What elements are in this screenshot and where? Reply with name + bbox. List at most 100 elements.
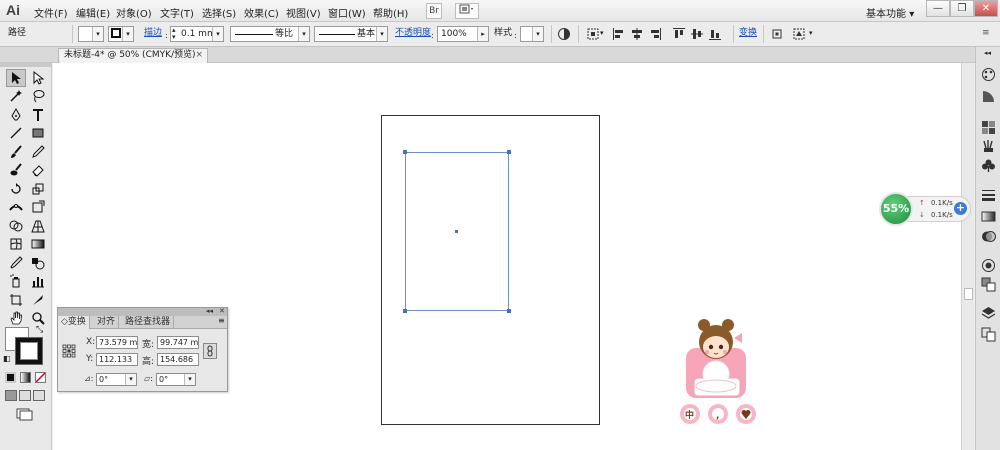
swap-fill-stroke-icon[interactable]: ⤡ — [36, 325, 43, 335]
panel-menu-icon[interactable]: ≡ — [218, 316, 225, 325]
scrollbar-thumb[interactable] — [964, 288, 973, 300]
color-mode-button[interactable] — [5, 372, 16, 383]
align-right-button[interactable] — [648, 27, 662, 41]
vector-options-dropdown-icon[interactable]: ▾ — [809, 26, 813, 42]
workspace-switcher[interactable]: 基本功能 ▾ — [866, 5, 914, 20]
bridge-button[interactable]: Br — [426, 3, 442, 19]
eraser-tool[interactable] — [28, 161, 48, 179]
tab-pathfinder[interactable]: 路径查找器 — [122, 316, 175, 329]
graphic-styles-button[interactable] — [981, 277, 996, 292]
isolate-group-button[interactable] — [770, 27, 784, 41]
screen-mode-button[interactable] — [16, 408, 34, 421]
fill-color-dropdown[interactable]: ▾ — [78, 26, 104, 42]
gradient-tool[interactable] — [28, 235, 48, 253]
align-left-button[interactable] — [612, 27, 626, 41]
lasso-tool[interactable] — [28, 87, 48, 105]
selection-handle[interactable] — [403, 150, 407, 154]
direct-selection-tool[interactable] — [28, 69, 48, 87]
color-panel-button[interactable] — [981, 67, 996, 82]
menu-effect[interactable]: 效果(C) — [244, 5, 279, 20]
mesh-tool[interactable] — [6, 235, 26, 253]
free-transform-tool[interactable] — [28, 198, 48, 216]
close-tab-icon[interactable]: × — [195, 49, 203, 62]
minimize-button[interactable]: — — [926, 0, 950, 17]
opacity-field[interactable]: 100% ▸ — [437, 26, 489, 42]
pen-tool[interactable] — [6, 106, 26, 124]
reference-point-icon[interactable] — [62, 344, 76, 358]
width-field[interactable]: 99.747 m — [157, 336, 199, 349]
shape-builder-tool[interactable] — [6, 217, 26, 235]
blob-brush-tool[interactable] — [6, 161, 26, 179]
graphic-style-dropdown[interactable]: ▾ — [520, 26, 544, 42]
variable-width-profile-dropdown[interactable]: 等比 ▾ — [230, 26, 310, 42]
selection-handle[interactable] — [507, 150, 511, 154]
network-speed-widget[interactable]: 55% ↑ 0.1K/s ↓ 0.1K/s + — [879, 192, 971, 226]
menu-object[interactable]: 对象(O) — [116, 5, 152, 20]
artboards-panel-button[interactable] — [981, 327, 996, 342]
hand-tool[interactable] — [6, 309, 26, 327]
brushes-button[interactable] — [981, 139, 996, 154]
shear-field[interactable]: 0° ▾ — [156, 373, 196, 386]
panel-collapse-icon[interactable]: ◂◂ — [206, 307, 213, 315]
constrain-proportions-button[interactable] — [203, 343, 217, 359]
eyedropper-tool[interactable] — [6, 254, 26, 272]
menu-view[interactable]: 视图(V) — [286, 5, 321, 20]
column-graph-tool[interactable] — [28, 272, 48, 290]
vector-options-button[interactable] — [792, 27, 806, 41]
default-fill-stroke-icon[interactable]: ◧ — [3, 354, 11, 363]
stroke-swatch[interactable] — [15, 337, 43, 365]
align-horizontal-center-button[interactable] — [630, 27, 644, 41]
menu-file[interactable]: 文件(F) — [34, 5, 68, 20]
brush-definition-dropdown[interactable]: 基本 ▾ — [314, 26, 388, 42]
document-tab[interactable]: 未标题-4* @ 50% (CMYK/预览) × — [58, 48, 208, 63]
draw-normal-button[interactable] — [5, 390, 17, 401]
transform-panel-link[interactable]: 变换 — [739, 26, 757, 42]
y-field[interactable]: 112.133 — [96, 353, 138, 366]
arrange-documents-button[interactable] — [455, 3, 479, 19]
menu-type[interactable]: 文字(T) — [160, 5, 194, 20]
layers-button[interactable] — [981, 306, 996, 321]
pencil-tool[interactable] — [28, 143, 48, 161]
transparency-panel-button[interactable] — [981, 229, 996, 244]
slice-tool[interactable] — [28, 291, 48, 309]
opacity-panel-link[interactable]: 不透明度 — [395, 26, 431, 42]
stroke-panel-link[interactable]: 描边 — [144, 26, 162, 42]
magic-wand-tool[interactable] — [6, 87, 26, 105]
scale-tool[interactable] — [28, 180, 48, 198]
panel-drag-bar[interactable]: ◂◂ ✕ — [58, 307, 227, 316]
symbol-sprayer-tool[interactable] — [6, 272, 26, 290]
rectangle-tool[interactable] — [28, 124, 48, 142]
draw-inside-button[interactable] — [33, 390, 45, 401]
perspective-grid-tool[interactable] — [28, 217, 48, 235]
recolor-artwork-button[interactable] — [557, 27, 571, 41]
symbols-button[interactable] — [981, 158, 996, 173]
width-tool[interactable] — [6, 198, 26, 216]
selection-handle[interactable] — [507, 309, 511, 313]
menu-help[interactable]: 帮助(H) — [373, 5, 408, 20]
stroke-weight-field[interactable]: ▴ ▾ 0.1 mm ▾ — [170, 26, 224, 42]
rotate-tool[interactable] — [6, 180, 26, 198]
color-guide-button[interactable] — [981, 89, 996, 104]
collapse-dock-icon[interactable]: ◂◂ — [984, 49, 991, 57]
swatches-button[interactable] — [981, 120, 996, 135]
menu-window[interactable]: 窗口(W) — [328, 5, 366, 20]
paintbrush-tool[interactable] — [6, 143, 26, 161]
appearance-panel-button[interactable] — [981, 258, 996, 273]
stroke-panel-button[interactable] — [981, 187, 996, 202]
tab-transform[interactable]: ◇变换 — [58, 316, 90, 329]
gradient-mode-button[interactable] — [20, 372, 31, 383]
align-dropdown-icon[interactable]: ▾ — [600, 26, 604, 42]
align-vertical-center-button[interactable] — [690, 27, 704, 41]
selection-tool[interactable] — [6, 69, 26, 87]
panel-menu-icon[interactable]: ≡ — [982, 26, 990, 42]
rotate-field[interactable]: 0° ▾ — [96, 373, 137, 386]
menu-select[interactable]: 选择(S) — [202, 5, 236, 20]
tools-panel-header[interactable] — [0, 63, 52, 67]
stroke-color-dropdown[interactable]: ▾ — [108, 26, 134, 42]
artboard-tool[interactable] — [6, 291, 26, 309]
speed-widget-plus-icon[interactable]: + — [954, 202, 967, 215]
panel-close-icon[interactable]: ✕ — [219, 307, 225, 315]
close-window-button[interactable]: ✕ — [974, 0, 998, 17]
selection-handle[interactable] — [403, 309, 407, 313]
align-top-button[interactable] — [672, 27, 686, 41]
